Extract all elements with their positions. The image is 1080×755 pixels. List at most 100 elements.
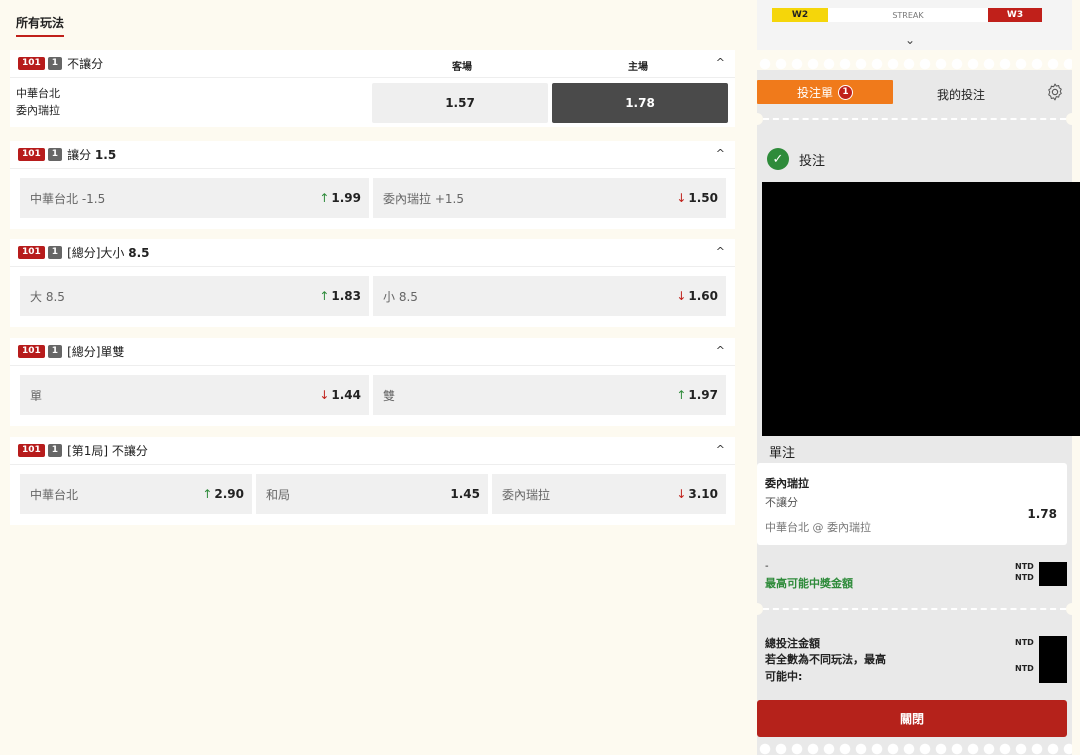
period-badge: 1 <box>47 246 63 259</box>
market-title: [第1局] 不讓分 <box>67 444 148 458</box>
option-odds: 3.10 <box>688 487 718 501</box>
market-odd-even: 101 1 [總分]單雙 ^ 單 ↓ 1.44 雙 ↑ 1.97 <box>10 338 735 426</box>
market-title: [總分]單雙 <box>67 345 125 359</box>
betslip-panel: 投注單 1 我的投注 ✓ 投注 單注 委內瑞拉 不讓分 中華台北 @ 委內瑞拉 … <box>751 70 1080 755</box>
tab-betslip-label: 投注單 <box>796 85 833 100</box>
chevron-up-icon[interactable]: ^ <box>716 147 725 160</box>
streak-row: W2 STREAK W3 <box>772 8 1042 22</box>
event-id-badge: 101 <box>18 57 45 70</box>
event-id-badge: 101 <box>18 444 45 457</box>
odds-option[interactable]: 委內瑞拉 ↓ 3.10 <box>492 474 726 514</box>
odds-button-away[interactable]: 1.57 <box>372 83 548 123</box>
max-win-label: 最高可能中獎金額 <box>765 577 853 590</box>
option-odds: 1.60 <box>688 289 718 303</box>
odds-option[interactable]: 雙 ↑ 1.97 <box>373 375 726 415</box>
gear-icon[interactable] <box>1045 82 1065 102</box>
bet-selection-card[interactable]: 委內瑞拉 不讓分 中華台北 @ 委內瑞拉 1.78 <box>757 463 1067 545</box>
option-odds: 2.90 <box>214 487 244 501</box>
market-moneyline: 101 1 不讓分 客場 主場 ^ 中華台北 委內瑞拉 1.57 1.78 <box>10 50 735 127</box>
tab-all-markets[interactable]: 所有玩法 <box>16 14 65 37</box>
trend-down-icon: ↓ <box>319 388 330 402</box>
market-header[interactable]: 101 1 [總分]單雙 <box>10 338 735 366</box>
trend-down-icon: ↓ <box>676 191 687 205</box>
ticket-notch <box>751 113 763 125</box>
market-header[interactable]: 101 1 不讓分 <box>10 50 735 78</box>
chevron-up-icon[interactable]: ^ <box>716 344 725 357</box>
selection-team: 委內瑞拉 <box>765 477 809 490</box>
streak-label: STREAK <box>828 8 988 22</box>
option-label: 委內瑞拉 +1.5 <box>383 191 464 206</box>
market-handicap: 101 1 讓分 1.5 ^ 中華台北 -1.5 ↑ 1.99 委內瑞拉 +1.5… <box>10 141 735 229</box>
chevron-up-icon[interactable]: ^ <box>716 56 725 69</box>
option-label: 中華台北 <box>30 487 79 502</box>
trend-down-icon: ↓ <box>676 487 687 501</box>
bet-heading: ✓ 投注 <box>767 148 825 170</box>
odds-option[interactable]: 委內瑞拉 +1.5 ↓ 1.50 <box>373 178 726 218</box>
scallop-divider <box>757 743 1072 755</box>
trend-up-icon: ↑ <box>676 388 687 402</box>
trend-down-icon: ↓ <box>676 289 687 303</box>
chevron-up-icon[interactable]: ^ <box>716 443 725 456</box>
market-title: 讓分 1.5 <box>67 148 117 162</box>
currency-label: NTD <box>1015 638 1034 647</box>
currency-label: NTD <box>1015 664 1034 673</box>
odds-option[interactable]: 小 8.5 ↓ 1.60 <box>373 276 726 316</box>
market-header[interactable]: 101 1 [總分]大小 8.5 <box>10 239 735 267</box>
redacted-amount <box>1039 562 1067 586</box>
market-header[interactable]: 101 1 讓分 1.5 <box>10 141 735 169</box>
odds-option[interactable]: 中華台北 -1.5 ↑ 1.99 <box>20 178 369 218</box>
option-odds: 1.99 <box>331 191 361 205</box>
ticket-notch <box>1066 603 1078 615</box>
selection-odds: 1.78 <box>1027 507 1057 521</box>
chevron-up-icon[interactable]: ^ <box>716 245 725 258</box>
redacted-content <box>762 182 1080 436</box>
chevron-down-icon[interactable]: ⌄ <box>905 33 915 47</box>
option-label: 單 <box>30 388 43 403</box>
check-circle-icon: ✓ <box>767 148 789 170</box>
combo-win-label-line1: 若全數為不同玩法，最高 <box>765 653 886 666</box>
market-header[interactable]: 101 1 [第1局] 不讓分 <box>10 437 735 465</box>
option-label: 和局 <box>266 487 291 502</box>
total-stake-label: 總投注金額 <box>765 637 820 650</box>
option-odds: 1.50 <box>688 191 718 205</box>
odds-option[interactable]: 中華台北 ↑ 2.90 <box>20 474 252 514</box>
period-badge: 1 <box>47 57 63 70</box>
option-odds: 1.83 <box>331 289 361 303</box>
odds-option[interactable]: 大 8.5 ↑ 1.83 <box>20 276 369 316</box>
currency-label: NTD <box>1015 573 1034 582</box>
column-away: 客場 <box>452 62 472 73</box>
tab-my-bets[interactable]: 我的投注 <box>937 86 985 103</box>
option-odds: 1.97 <box>688 388 718 402</box>
scallop-divider <box>757 58 1072 70</box>
option-label: 雙 <box>383 388 396 403</box>
option-label: 中華台北 -1.5 <box>30 191 106 206</box>
column-home: 主場 <box>628 62 648 73</box>
market-title: 不讓分 <box>67 57 104 71</box>
ticket-notch <box>1066 113 1078 125</box>
stake-placeholder: - <box>765 561 769 572</box>
trend-up-icon: ↑ <box>202 487 213 501</box>
option-label: 委內瑞拉 <box>502 487 551 502</box>
bet-heading-label: 投注 <box>799 153 826 169</box>
close-button[interactable]: 關閉 <box>757 700 1067 737</box>
team-names: 中華台北 委內瑞拉 <box>16 85 60 119</box>
market-total: 101 1 [總分]大小 8.5 ^ 大 8.5 ↑ 1.83 小 8.5 ↓ 1.… <box>10 239 735 327</box>
team-home: 委內瑞拉 <box>16 104 60 117</box>
home-streak-badge: W3 <box>988 8 1042 22</box>
option-label: 小 8.5 <box>383 289 418 304</box>
redacted-amount <box>1039 636 1067 683</box>
odds-option[interactable]: 單 ↓ 1.44 <box>20 375 369 415</box>
market-first-inning: 101 1 [第1局] 不讓分 ^ 中華台北 ↑ 2.90 和局 1.45 委內瑞… <box>10 437 735 525</box>
selection-match: 中華台北 @ 委內瑞拉 <box>765 521 871 534</box>
odds-option[interactable]: 和局 1.45 <box>256 474 488 514</box>
event-id-badge: 101 <box>18 246 45 259</box>
ticket-notch <box>751 603 763 615</box>
away-streak-badge: W2 <box>772 8 828 22</box>
divider <box>763 118 1066 120</box>
currency-label: NTD <box>1015 562 1034 571</box>
odds-button-home-selected[interactable]: 1.78 <box>552 83 728 123</box>
option-odds: 1.44 <box>331 388 361 402</box>
market-title: [總分]大小 8.5 <box>67 246 150 260</box>
tab-betslip[interactable]: 投注單 1 <box>757 80 893 104</box>
event-id-badge: 101 <box>18 148 45 161</box>
